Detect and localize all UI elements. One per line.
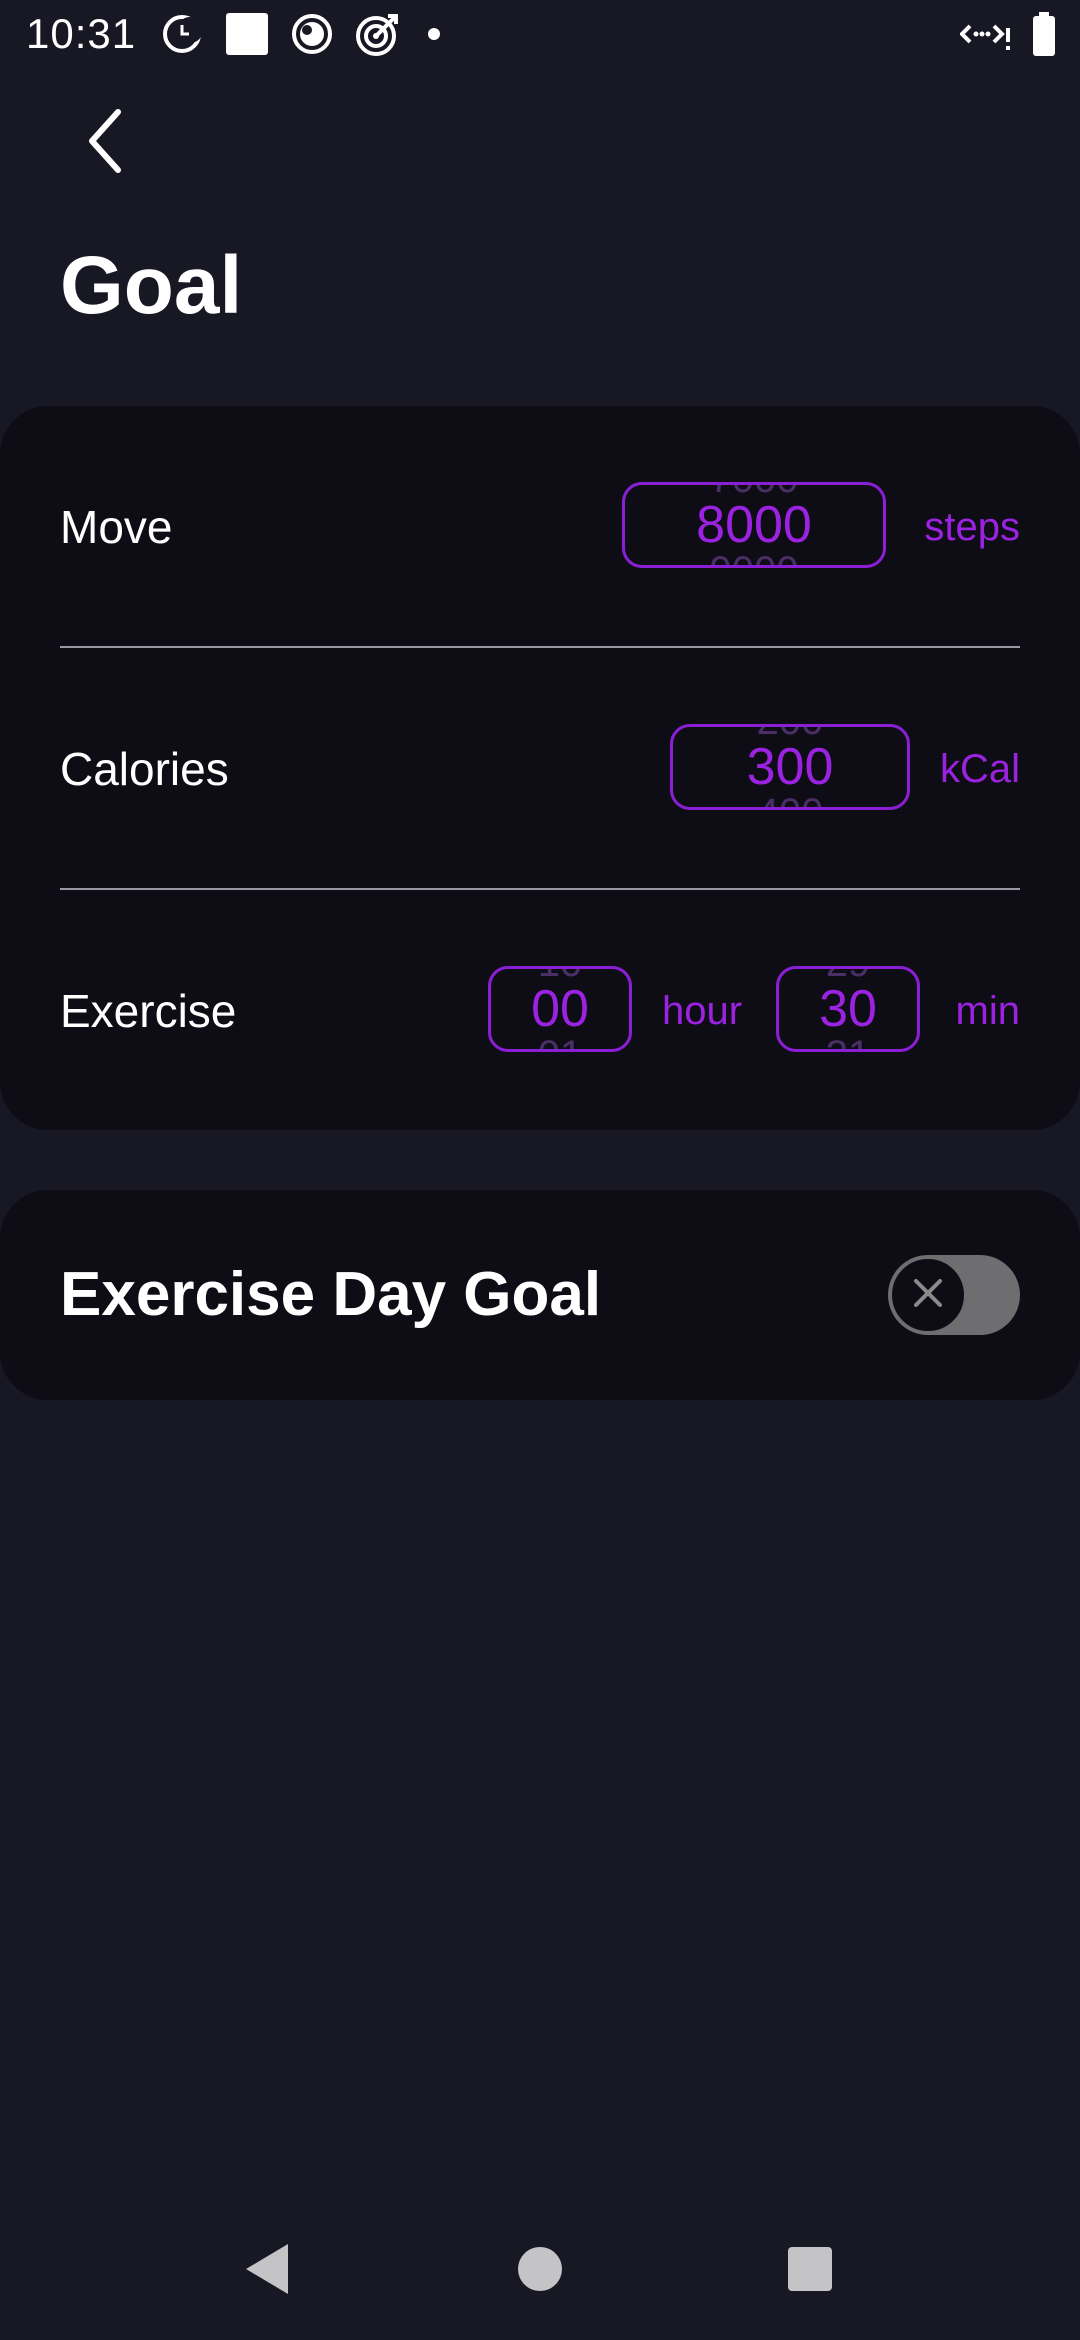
goal-card: Move 7000 8000 9000 steps Calories 200 3… xyxy=(0,406,1080,1130)
exercise-hour-picker[interactable]: 10 00 01 xyxy=(488,966,632,1052)
status-icons-left xyxy=(160,12,446,60)
exercise-min-picker[interactable]: 29 30 31 xyxy=(776,966,920,1052)
status-icons-right xyxy=(959,11,1058,62)
status-bar: 10:31 xyxy=(0,0,1080,72)
min-unit: min xyxy=(955,989,1020,1033)
hour-picker-next-value: 01 xyxy=(491,1035,629,1049)
close-icon xyxy=(910,1275,946,1316)
min-picker-next-value: 31 xyxy=(779,1035,917,1049)
exercise-day-goal-label: Exercise Day Goal xyxy=(60,1260,602,1329)
move-row: Move 7000 8000 9000 steps xyxy=(60,406,1020,648)
nav-home-button[interactable] xyxy=(505,2236,575,2306)
calories-row: Calories 200 300 400 kCal xyxy=(60,648,1020,890)
page-title: Goal xyxy=(60,240,243,331)
calories-picker[interactable]: 200 300 400 xyxy=(670,724,910,810)
exercise-day-goal-toggle[interactable] xyxy=(888,1255,1020,1335)
move-label: Move xyxy=(60,501,173,553)
chevron-left-icon xyxy=(80,106,130,181)
calories-label: Calories xyxy=(60,743,229,795)
circle-app-icon xyxy=(290,12,334,61)
move-picker-next-value: 9000 xyxy=(625,551,883,565)
toggle-knob xyxy=(890,1257,966,1333)
status-time: 10:31 xyxy=(26,10,137,57)
target-icon xyxy=(354,10,402,63)
triangle-back-icon xyxy=(242,2242,292,2301)
dot-icon xyxy=(422,22,446,51)
exercise-label: Exercise xyxy=(60,985,237,1037)
exercise-row: Exercise 10 00 01 hour 29 30 31 min xyxy=(60,890,1020,1132)
square-notification-icon xyxy=(224,11,270,62)
signal-icon xyxy=(959,14,1012,59)
do-not-disturb-icon xyxy=(160,12,204,61)
nav-back-button[interactable] xyxy=(232,2236,302,2306)
back-button[interactable] xyxy=(62,100,148,186)
calories-unit: kCal xyxy=(939,747,1020,791)
exercise-day-goal-card: Exercise Day Goal xyxy=(0,1190,1080,1400)
battery-icon xyxy=(1030,11,1058,62)
hour-unit: hour xyxy=(662,989,743,1033)
move-steps-picker[interactable]: 7000 8000 9000 xyxy=(622,482,886,568)
circle-home-icon xyxy=(516,2245,564,2298)
calories-picker-next-value: 400 xyxy=(673,793,907,807)
move-unit: steps xyxy=(924,505,1020,549)
square-recents-icon xyxy=(786,2245,834,2298)
nav-recents-button[interactable] xyxy=(775,2236,845,2306)
